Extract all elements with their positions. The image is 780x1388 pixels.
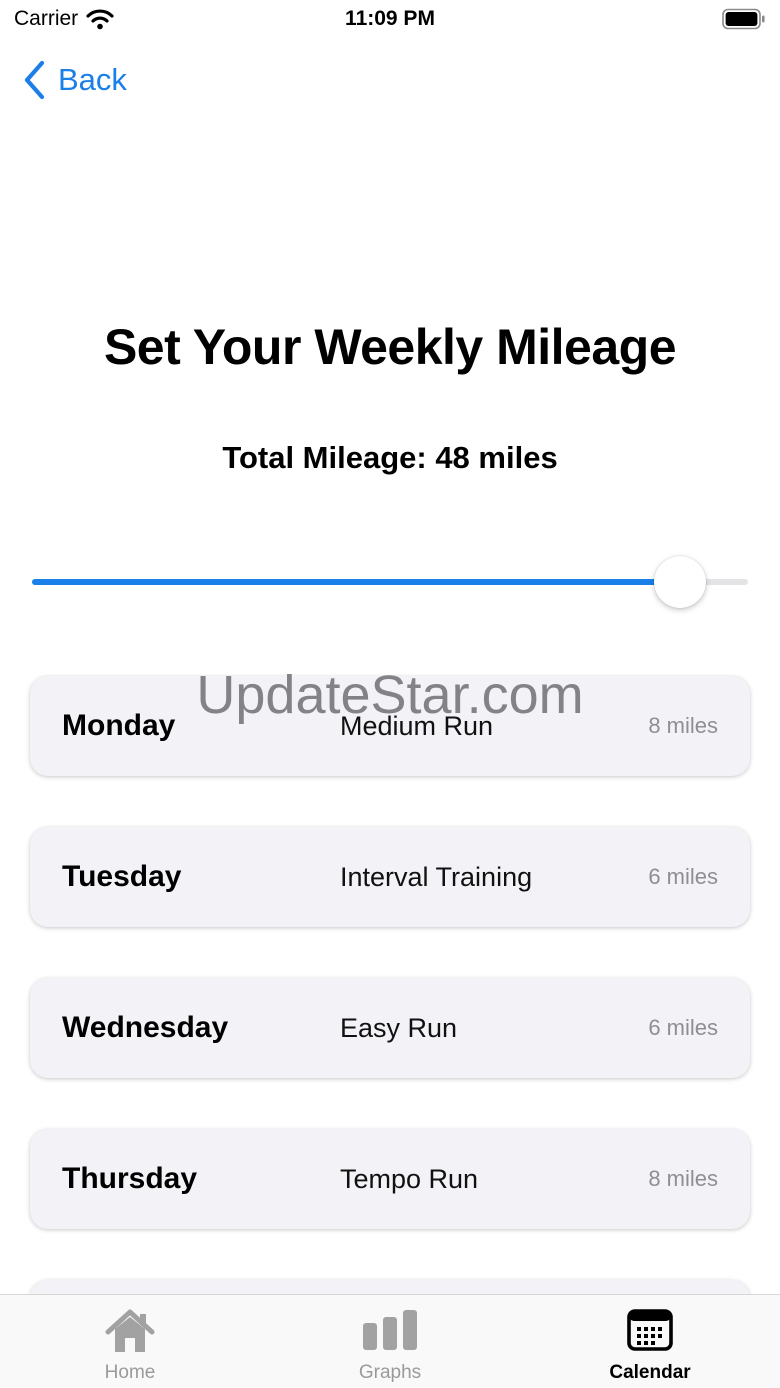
total-mileage-label: Total Mileage: 48 miles: [222, 440, 558, 475]
day-label: Thursday: [62, 1162, 198, 1195]
tab-calendar-label: Calendar: [609, 1362, 691, 1383]
tab-graphs-label: Graphs: [358, 1362, 422, 1383]
status-bar: Carrier 11:09 PM: [0, 0, 780, 40]
schedule-row[interactable]: Wednesday Easy Run 6 miles: [30, 978, 750, 1078]
workout-label: Interval Training: [340, 862, 533, 892]
schedule-row[interactable]: Monday Medium Run 8 miles: [30, 676, 750, 776]
schedule-row[interactable]: Thursday Tempo Run 8 miles: [30, 1129, 750, 1229]
day-label: Tuesday: [62, 860, 182, 893]
bar-chart-icon: [363, 1310, 417, 1350]
workout-label: Easy Run: [340, 1013, 458, 1043]
miles-label: 6 miles: [648, 864, 718, 889]
chevron-left-icon: [24, 60, 45, 100]
miles-label: 8 miles: [648, 1166, 718, 1191]
tab-home[interactable]: Home: [0, 1295, 260, 1388]
tab-bar: Home Graphs Calendar: [0, 1294, 780, 1388]
miles-label: 6 miles: [648, 1015, 718, 1040]
day-label: Monday: [62, 709, 176, 742]
calendar-icon: [627, 1309, 673, 1351]
tab-calendar[interactable]: Calendar: [520, 1295, 780, 1388]
schedule-list: Monday Medium Run 8 miles Tuesday Interval T…: [0, 674, 780, 1294]
status-time: 11:09 PM: [345, 7, 435, 30]
tab-graphs[interactable]: Graphs: [260, 1295, 520, 1388]
back-label: Back: [58, 62, 127, 97]
slider-thumb[interactable]: [653, 556, 706, 608]
schedule-row[interactable]: Tuesday Interval Training 6 miles: [30, 827, 750, 927]
house-icon: [105, 1309, 155, 1352]
tab-home-label: Home: [104, 1362, 156, 1383]
schedule-row[interactable]: [30, 1280, 750, 1294]
back-button[interactable]: Back: [22, 56, 127, 104]
workout-label: Tempo Run: [340, 1164, 479, 1194]
day-label: Wednesday: [62, 1011, 229, 1044]
miles-label: 8 miles: [648, 713, 718, 738]
battery-icon: [722, 8, 765, 30]
weekly-mileage-slider[interactable]: [32, 556, 748, 608]
workout-label: Medium Run: [340, 711, 494, 741]
slider-fill: [32, 579, 680, 585]
page-title: Set Your Weekly Mileage: [103, 319, 677, 375]
